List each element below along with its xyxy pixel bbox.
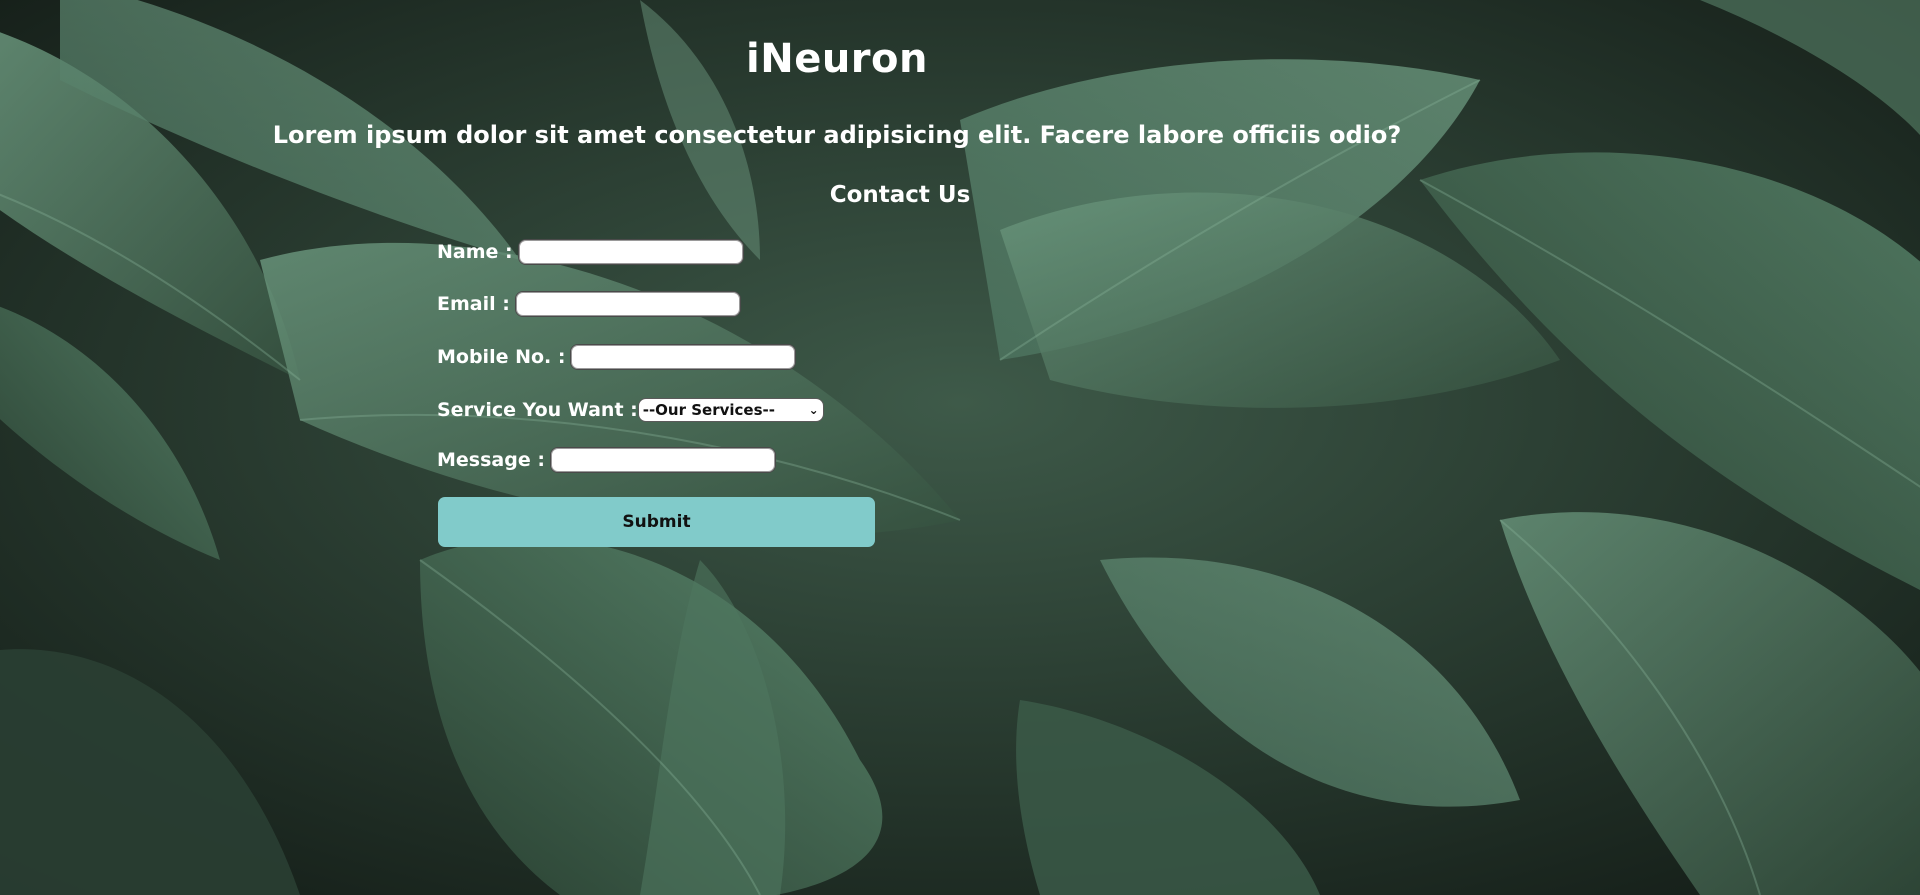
name-label: Name :: [437, 241, 513, 263]
mobile-row: Mobile No. :: [437, 340, 797, 374]
mobile-label: Mobile No. :: [437, 346, 566, 368]
tagline: Lorem ipsum dolor sit amet consectetur a…: [272, 121, 1402, 149]
email-row: Email :: [437, 287, 741, 321]
submit-button[interactable]: Submit: [438, 497, 875, 547]
mobile-input[interactable]: [570, 344, 797, 370]
email-label: Email :: [437, 293, 510, 315]
email-input[interactable]: [514, 291, 741, 317]
page-content: iNeuron Lorem ipsum dolor sit amet conse…: [0, 0, 1920, 895]
message-row: Message :: [437, 443, 776, 477]
name-input[interactable]: [517, 239, 744, 265]
service-label: Service You Want :: [437, 399, 638, 421]
service-select[interactable]: --Our Services-- ⌄: [637, 398, 824, 422]
service-row: Service You Want : --Our Services-- ⌄: [437, 393, 824, 427]
name-row: Name :: [437, 235, 744, 269]
site-title: iNeuron: [746, 36, 928, 82]
service-select-value: --Our Services--: [642, 401, 775, 419]
message-label: Message :: [437, 449, 545, 471]
contact-heading: Contact Us: [829, 182, 971, 208]
message-input[interactable]: [549, 447, 776, 473]
chevron-down-icon: ⌄: [808, 403, 819, 417]
